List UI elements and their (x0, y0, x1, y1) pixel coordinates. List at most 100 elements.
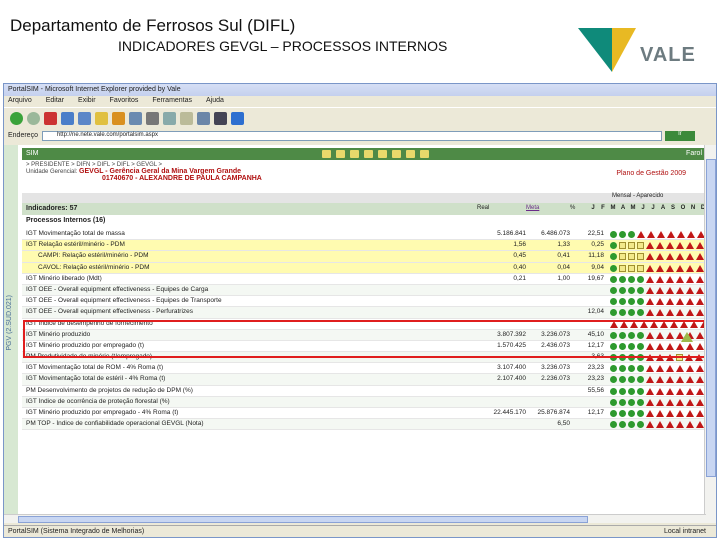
table-row[interactable]: IGT Movimentação total de massa 5.186.841… (22, 229, 715, 241)
red-triangle-icon (686, 275, 694, 283)
copy-icon[interactable] (163, 111, 176, 125)
horizontal-scroll-thumb[interactable] (18, 516, 588, 523)
yellow-square-icon (628, 264, 635, 272)
red-triangle-icon (646, 387, 654, 395)
vertical-scrollbar[interactable] (704, 145, 716, 523)
table-row[interactable]: IGT OEE - Overall equipment effectivenes… (22, 284, 714, 297)
table-row[interactable]: IGT OEE - Overall equipment effectivenes… (22, 307, 714, 319)
horizontal-scrollbar[interactable] (4, 514, 706, 523)
indicators-count[interactable]: Indicadores: 57 (26, 205, 77, 212)
paste-icon[interactable] (180, 111, 193, 125)
indicator-meta: 0,41 (557, 252, 570, 260)
indicator-label: IGT OEE - Overall equipment effectivenes… (26, 285, 209, 293)
plan-label: Plano de Gestão 2009 (616, 170, 686, 177)
window-title: PortalSIM - Microsoft Internet Explorer … (4, 84, 716, 96)
refresh-icon[interactable] (61, 111, 74, 125)
address-bar: Endereço http://ne.nete.vale.com/portals… (4, 129, 716, 142)
menu-help[interactable]: Ajuda (206, 97, 224, 107)
indicator-meta: 0,04 (557, 263, 570, 271)
unit-label: Unidade Gerencial: (26, 169, 78, 175)
forward-icon[interactable] (27, 111, 40, 125)
red-triangle-icon (686, 298, 694, 306)
red-triangle-icon (696, 309, 704, 317)
indicator-meta: 1,33 (557, 241, 570, 249)
favorites-icon[interactable] (95, 111, 108, 125)
tool-icon[interactable] (392, 150, 401, 158)
farol-link[interactable]: Farol (686, 150, 702, 157)
green-dot-icon (637, 387, 644, 395)
tool-icon[interactable] (364, 150, 373, 158)
red-triangle-icon (637, 231, 645, 238)
messenger-icon[interactable] (214, 111, 227, 125)
back-icon[interactable] (10, 111, 23, 125)
tool-icon[interactable] (420, 150, 429, 158)
green-dot-icon (610, 410, 617, 417)
month-label: J (641, 205, 645, 211)
indicator-meta: 6.486.073 (541, 230, 570, 237)
table-row[interactable]: IGT OEE - Overall equipment effectivenes… (22, 296, 714, 308)
process-group-label[interactable]: Processos Internos (16) (26, 217, 105, 224)
green-dot-icon (619, 298, 626, 306)
table-row[interactable]: CAMPI: Relação estéril/minério - PDM 0,45… (22, 251, 714, 263)
status-marks (610, 398, 714, 406)
vertical-scroll-thumb[interactable] (706, 159, 716, 477)
red-triangle-icon (666, 253, 674, 261)
col-meta[interactable]: Meta (526, 205, 539, 211)
green-dot-icon (628, 298, 635, 306)
mail-icon[interactable] (129, 111, 142, 125)
status-marks (610, 298, 714, 306)
tool-icon[interactable] (378, 150, 387, 158)
green-dot-icon (628, 286, 635, 294)
green-dot-icon (628, 421, 635, 429)
green-dot-icon (610, 421, 617, 429)
green-dot-icon (628, 275, 635, 283)
bluetooth-icon[interactable] (231, 111, 244, 125)
unit-name: - Gerência Geral da Mina Vargem Grande (105, 168, 242, 175)
menu-favorites[interactable]: Favoritos (110, 97, 139, 107)
table-row[interactable]: CAVOL: Relação estéril/minério - PDM 0,40… (22, 262, 714, 274)
table-row[interactable]: IGT Minério produzido por empregado - 4%… (22, 408, 714, 420)
red-triangle-icon (646, 264, 654, 272)
red-triangle-icon (676, 298, 684, 306)
go-button[interactable]: Ir (664, 130, 695, 141)
home-icon[interactable] (78, 111, 91, 125)
menu-view[interactable]: Exibir (78, 97, 96, 107)
red-triangle-icon (676, 242, 684, 250)
cut-icon[interactable] (146, 111, 159, 125)
red-triangle-icon (646, 421, 654, 429)
status-zone: Local intranet (663, 528, 706, 535)
table-row[interactable]: PM Desenvolvimento de projetos de reduçã… (22, 386, 714, 397)
yellow-square-icon (628, 242, 635, 250)
table-row[interactable]: IGT Relação estéril/minério - PDM 1,56 1,3… (22, 240, 714, 252)
menu-file[interactable]: Arquivo (8, 97, 32, 107)
menu-edit[interactable]: Editar (46, 97, 64, 107)
table-row[interactable]: IGT Índice de ocorrência de proteção flo… (22, 396, 714, 408)
tool-icon[interactable] (336, 150, 345, 158)
month-label: M (630, 205, 636, 211)
print-icon[interactable] (197, 111, 210, 125)
history-icon[interactable] (112, 111, 125, 125)
address-input[interactable]: http://ne.nete.vale.com/portalsim.aspx (41, 130, 662, 141)
portal-header-icons (322, 150, 429, 158)
status-marks (610, 253, 714, 261)
indicator-label: IGT OEE - Overall equipment effectivenes… (26, 297, 222, 305)
table-row[interactable]: IGT Movimentação total de estéril - 4% R… (22, 374, 714, 386)
indicator-pct: 23,23 (587, 375, 604, 383)
red-triangle-icon (666, 365, 674, 373)
red-triangle-icon (666, 298, 674, 306)
indicator-label: PM TOP - Índice de confiabilidade operac… (26, 420, 204, 428)
tool-icon[interactable] (350, 150, 359, 158)
red-triangle-icon (666, 286, 674, 294)
red-triangle-icon (696, 398, 704, 406)
menu-tools[interactable]: Ferramentas (152, 97, 192, 107)
red-triangle-icon (646, 309, 654, 317)
slide-title: Departamento de Ferrosos Sul (DIFL) (10, 16, 296, 35)
table-row[interactable]: IGT Minério liberado (Mdt) 0,21 1,00 19,67 (22, 274, 714, 285)
tool-icon[interactable] (322, 150, 331, 158)
tool-icon[interactable] (406, 150, 415, 158)
green-dot-icon (637, 309, 644, 317)
stop-icon[interactable] (44, 111, 57, 125)
red-triangle-icon (696, 253, 704, 261)
table-row[interactable]: IGT Movimentação total de ROM - 4% Roma … (22, 363, 714, 375)
table-row[interactable]: PM TOP - Índice de confiabilidade operac… (22, 419, 714, 431)
